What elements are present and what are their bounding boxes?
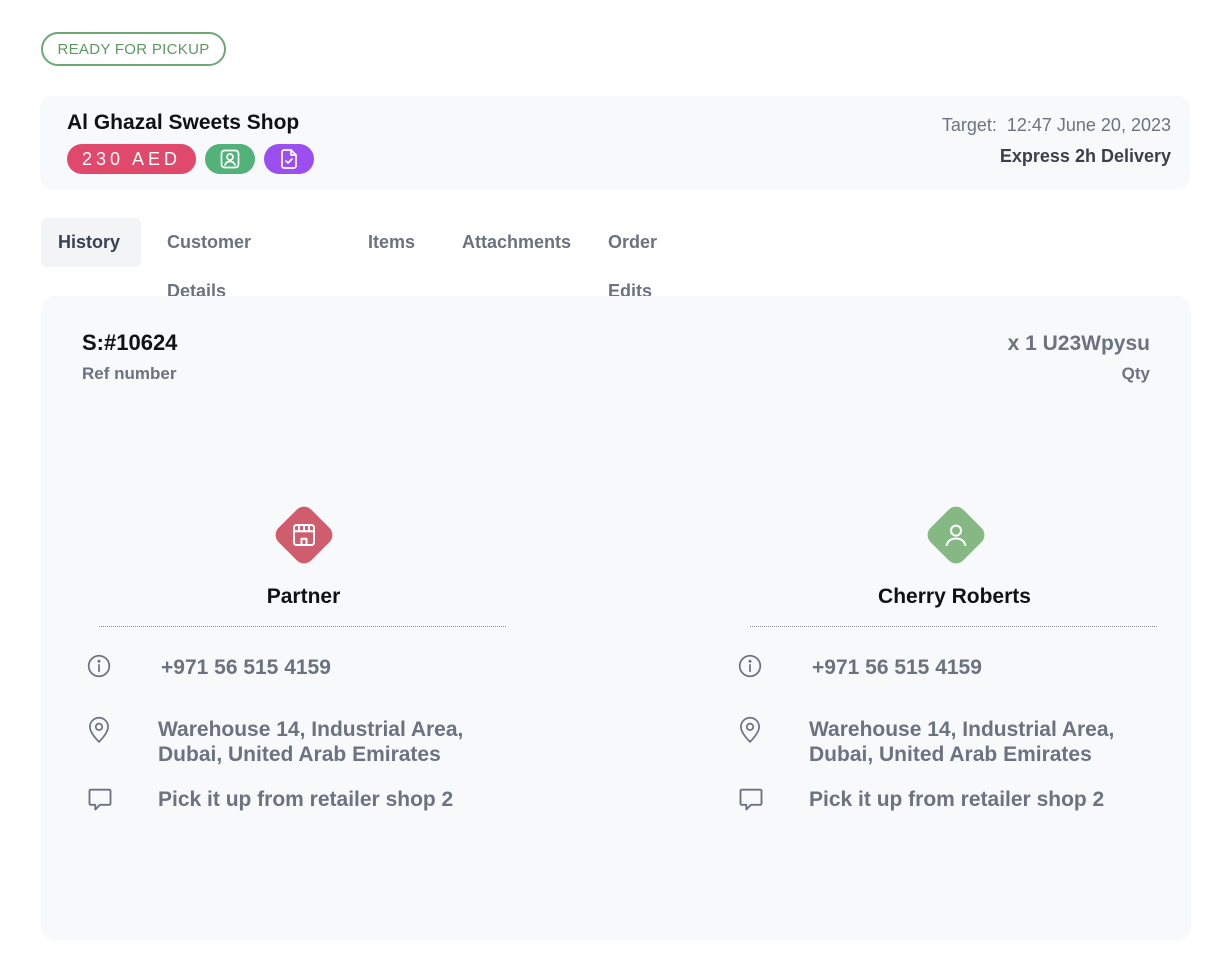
customer-phone: +971 56 515 4159 xyxy=(812,656,982,679)
comment-icon xyxy=(739,788,763,811)
info-icon xyxy=(738,654,762,678)
location-pin-icon xyxy=(740,716,760,743)
tab-attachments[interactable]: Attachments xyxy=(462,218,571,267)
address-line-1: Warehouse 14, Industrial Area, xyxy=(158,718,464,741)
customer-avatar xyxy=(923,502,989,568)
comment-icon xyxy=(88,788,112,811)
tab-customer-details[interactable]: Customer Details xyxy=(167,218,251,301)
divider xyxy=(99,626,506,627)
location-pin-icon xyxy=(89,716,109,743)
store-icon xyxy=(293,524,315,546)
target-time: Target: 12:47 June 20, 2023 xyxy=(942,115,1171,136)
customer-name: Cherry Roberts xyxy=(878,585,1031,608)
customer-note: Pick it up from retailer shop 2 xyxy=(809,788,1105,811)
address-line-1: Warehouse 14, Industrial Area, xyxy=(809,718,1115,741)
tab-items[interactable]: Items xyxy=(368,218,415,267)
user-icon xyxy=(945,524,967,546)
document-badge[interactable] xyxy=(264,144,315,174)
history-panel: S:#10624 Ref number x 1 U23Wpysu Qty Par… xyxy=(41,296,1191,940)
address-line-2: Dubai, United Arab Emirates xyxy=(809,743,1092,766)
badge-row: 230 AED xyxy=(67,144,315,174)
partner-note: Pick it up from retailer shop 2 xyxy=(158,788,454,811)
contact-badge[interactable] xyxy=(205,144,256,174)
price-badge: 230 AED xyxy=(67,144,197,174)
divider xyxy=(750,626,1157,627)
status-badge: READY FOR PICKUP xyxy=(41,32,226,66)
document-check-icon xyxy=(281,149,297,169)
partner-card: Partner +971 56 515 4159 Warehouse 14, I… xyxy=(86,296,506,940)
partner-name: Partner xyxy=(266,585,341,608)
contact-card-icon xyxy=(220,149,240,169)
customer-address: Warehouse 14, Industrial Area, Dubai, Un… xyxy=(809,717,1114,767)
tab-history[interactable]: History xyxy=(41,218,141,267)
delivery-type: Express 2h Delivery xyxy=(999,146,1171,166)
target-value: 12:47 June 20, 2023 xyxy=(1006,115,1171,135)
shop-name: Al Ghazal Sweets Shop xyxy=(67,111,300,134)
partner-phone: +971 56 515 4159 xyxy=(161,656,331,679)
tab-order-edits[interactable]: Order Edits xyxy=(608,218,657,301)
customer-card: Cherry Roberts +971 56 515 4159 Warehous… xyxy=(737,296,1157,940)
address-line-2: Dubai, United Arab Emirates xyxy=(158,743,441,766)
target-label: Target: xyxy=(941,115,997,135)
partner-address: Warehouse 14, Industrial Area, Dubai, Un… xyxy=(158,717,463,767)
partner-avatar xyxy=(271,502,337,568)
order-header: Al Ghazal Sweets Shop 230 AED Target: 12:… xyxy=(40,96,1190,189)
info-icon xyxy=(87,654,111,678)
